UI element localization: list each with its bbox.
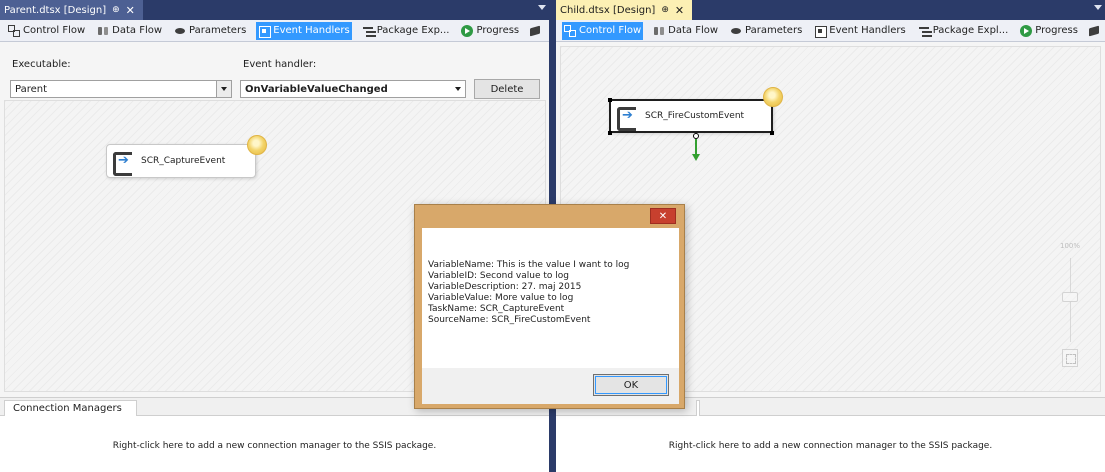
selection-handle[interactable]	[608, 131, 612, 135]
parameters-icon	[174, 25, 186, 37]
task-name: SCR_CaptureEvent	[141, 156, 226, 166]
executable-value: Parent	[15, 83, 48, 95]
package-explorer-icon	[362, 25, 374, 37]
selection-handle[interactable]	[770, 131, 774, 135]
tab-event-handlers[interactable]: Event Handlers	[812, 22, 907, 40]
document-tab-bar: Parent.dtsx [Design] ⊕ ✕	[0, 0, 549, 20]
message-line: VariableID: Second value to log	[428, 271, 569, 281]
package-explorer-icon	[918, 25, 930, 37]
precedence-constraint-line[interactable]	[695, 139, 697, 155]
data-flow-icon	[97, 25, 109, 37]
tab-package-explorer[interactable]: Package Exp...	[360, 22, 452, 40]
tab-overflow-arrow-icon[interactable]	[538, 5, 546, 10]
control-flow-icon	[564, 24, 576, 37]
arrow-down-icon	[692, 154, 700, 161]
control-flow-icon	[8, 24, 20, 37]
tab-label: Control Flow	[579, 25, 642, 36]
event-handlers-icon	[258, 25, 272, 38]
tab-label: Event Handlers	[273, 25, 350, 36]
parameters-icon	[730, 25, 742, 37]
package-icon[interactable]	[1088, 25, 1100, 37]
warning-badge-icon	[247, 135, 267, 155]
warning-badge-icon	[763, 87, 783, 107]
script-task-fire-custom-event[interactable]: SCR_FireCustomEvent	[609, 99, 773, 133]
pin-icon[interactable]: ⊕	[661, 5, 669, 15]
pin-icon[interactable]: ⊕	[112, 5, 120, 15]
executable-label: Executable:	[12, 59, 71, 70]
selection-handle[interactable]	[608, 98, 612, 102]
tab-connection-managers[interactable]	[696, 400, 700, 416]
close-icon[interactable]: ✕	[126, 4, 135, 17]
tab-label: Control Flow	[23, 25, 86, 36]
connection-managers-hint: Right-click here to add a new connection…	[112, 441, 437, 451]
message-line: TaskName: SCR_CaptureEvent	[428, 304, 565, 314]
tab-parameters[interactable]: Parameters	[172, 22, 248, 40]
message-box-footer: OK	[422, 368, 679, 404]
message-box-body: VariableName: This is the value I want t…	[422, 228, 679, 368]
tab-label: Event Handlers	[829, 25, 906, 36]
progress-icon	[1020, 24, 1033, 37]
delete-button[interactable]: Delete	[474, 79, 540, 99]
script-task-capture-event[interactable]: SCR_CaptureEvent	[106, 144, 256, 178]
chevron-down-icon[interactable]	[216, 81, 231, 97]
tab-package-explorer[interactable]: Package Expl...	[916, 22, 1011, 40]
message-box-dialog: ✕ VariableName: This is the value I want…	[414, 204, 685, 409]
tab-label: Package Exp...	[376, 25, 450, 36]
data-flow-icon	[653, 25, 665, 37]
tab-label: Data Flow	[112, 25, 163, 36]
tab-overflow-arrow-icon[interactable]	[1094, 5, 1102, 10]
close-icon[interactable]: ✕	[650, 208, 676, 224]
script-task-icon	[617, 106, 637, 131]
zoom-level-label: 100%	[1060, 242, 1081, 250]
zoom-slider-thumb[interactable]	[1062, 292, 1078, 302]
zoom-to-fit-icon[interactable]	[1062, 349, 1078, 367]
child-document-tab[interactable]: Child.dtsx [Design] ⊕ ✕	[556, 0, 693, 20]
tab-data-flow[interactable]: Data Flow	[651, 22, 720, 40]
document-tab-bar: Child.dtsx [Design] ⊕ ✕	[556, 0, 1105, 20]
event-handler-value: OnVariableValueChanged	[245, 83, 388, 95]
message-line: SourceName: SCR_FireCustomEvent	[428, 315, 591, 325]
message-line: VariableDescription: 27. maj 2015	[428, 282, 582, 292]
designer-tab-strip: Control Flow Data Flow Parameters Event …	[0, 20, 549, 42]
tab-event-handlers[interactable]: Event Handlers	[256, 21, 352, 40]
chevron-down-icon[interactable]	[450, 81, 465, 97]
tab-label: Progress	[476, 25, 520, 36]
message-line: VariableValue: More value to log	[428, 293, 574, 303]
tab-label: Package Expl...	[932, 25, 1009, 36]
tab-control-flow[interactable]: Control Flow	[6, 22, 87, 40]
tab-connection-managers[interactable]: Connection Managers	[4, 400, 137, 416]
tab-progress[interactable]: Progress	[1018, 22, 1080, 40]
close-icon[interactable]: ✕	[675, 4, 684, 17]
event-handler-label: Event handler:	[243, 59, 317, 70]
message-line: VariableName: This is the value I want t…	[428, 260, 630, 270]
executable-select[interactable]: Parent	[10, 80, 232, 98]
script-task-icon	[113, 151, 133, 176]
package-icon[interactable]	[529, 25, 541, 37]
designer-tab-strip: Control Flow Data Flow Parameters Event …	[556, 20, 1105, 42]
tab-label: Parameters	[189, 25, 247, 36]
event-handlers-icon	[814, 25, 828, 38]
tab-label: Parameters	[745, 25, 803, 36]
parent-document-tab[interactable]: Parent.dtsx [Design] ⊕ ✕	[0, 0, 143, 20]
document-tab-title: Parent.dtsx [Design]	[4, 4, 107, 16]
progress-icon	[461, 24, 474, 37]
event-handler-toolbar: Executable: Parent Event handler: OnVari…	[0, 42, 549, 99]
event-handler-select[interactable]: OnVariableValueChanged	[240, 80, 466, 98]
connection-managers-hint: Right-click here to add a new connection…	[668, 441, 993, 451]
tab-parameters[interactable]: Parameters	[728, 22, 804, 40]
ok-button[interactable]: OK	[593, 374, 669, 396]
tab-data-flow[interactable]: Data Flow	[95, 22, 164, 40]
document-tab-title: Child.dtsx [Design]	[560, 4, 656, 16]
tab-control-flow[interactable]: Control Flow	[562, 21, 644, 40]
tab-progress[interactable]: Progress	[459, 22, 521, 40]
tab-label: Progress	[1035, 25, 1078, 36]
tab-label: Data Flow	[668, 25, 719, 36]
task-name: SCR_FireCustomEvent	[645, 111, 745, 121]
